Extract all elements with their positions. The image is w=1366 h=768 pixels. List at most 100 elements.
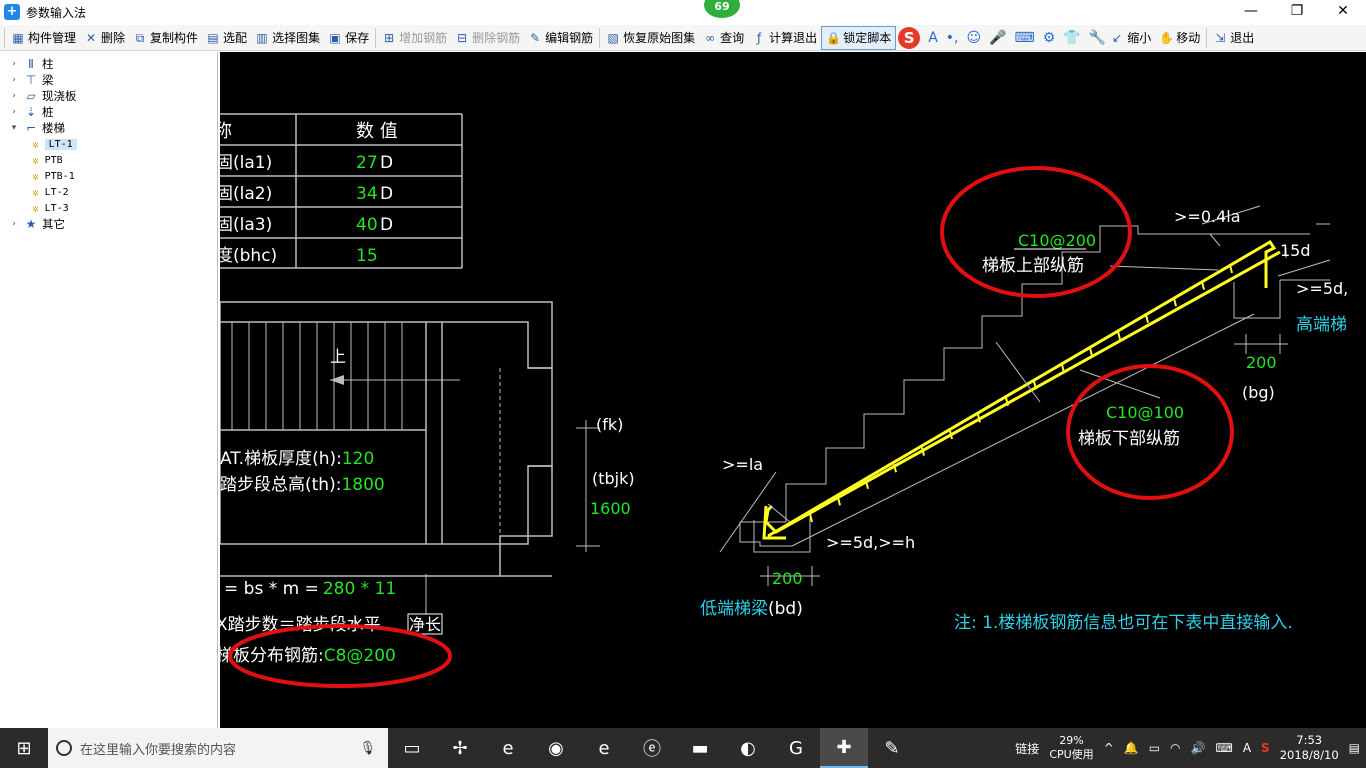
ie2-icon[interactable]: ⓔ — [628, 728, 676, 768]
table-icon: ▦ — [12, 30, 24, 45]
tree-item-label: 柱 — [42, 57, 54, 71]
edge-icon[interactable]: e — [580, 728, 628, 768]
folder-icon[interactable]: ▬ — [676, 728, 724, 768]
stair-icon: ⌐ — [25, 121, 37, 135]
toolbar-button-12[interactable]: 🔒 锁定脚本 — [821, 25, 897, 50]
battery-icon[interactable]: ▭ — [1149, 741, 1160, 755]
tbjk-label: (tbjk) — [592, 469, 635, 488]
svg-text:梯板分布钢筋:C8@200: 梯板分布钢筋:C8@200 — [220, 646, 396, 666]
toolbar-button-1[interactable]: ✕ 删除 — [80, 26, 129, 50]
taskbar-search[interactable]: 在这里输入你要搜索的内容 🎙 — [48, 728, 388, 768]
toolbar-separator — [599, 27, 601, 48]
ime-icon-8[interactable]: 🔧 — [1089, 30, 1106, 46]
tree-child-3[interactable]: ✲ LT-2 — [0, 184, 217, 200]
rebar-tick — [1089, 347, 1093, 357]
bd-label: (bd) — [768, 599, 803, 619]
system-tray: 链接 29% CPU使用 ^ 🔔 ▭ ◠ 🔊 ⌨ A S 7:53 2018/8… — [1015, 728, 1366, 768]
tree-item-label: 梁 — [42, 73, 54, 87]
cortana-icon — [56, 740, 72, 756]
ime-icon-3[interactable]: ☺ — [967, 30, 982, 46]
ime-icon-2[interactable]: •, — [946, 30, 959, 46]
ie-icon[interactable]: e — [484, 728, 532, 768]
ime-mode[interactable]: A — [1243, 741, 1251, 755]
minimize-button[interactable]: — — [1228, 0, 1274, 24]
plan-view — [220, 301, 553, 577]
close-button[interactable]: ✕ — [1320, 0, 1366, 24]
toolbar-button-6[interactable]: ⊞ 增加钢筋 — [378, 26, 451, 50]
tree-item-3[interactable]: › ⇣ 桩 — [0, 104, 217, 120]
wifi-icon[interactable]: ◠ — [1170, 741, 1180, 755]
task-view-icon[interactable]: ▭ — [388, 728, 436, 768]
ime-icon-5[interactable]: ⌨ — [1015, 30, 1035, 46]
tray-links-label[interactable]: 链接 — [1015, 740, 1039, 757]
tree-item-0[interactable]: › Ⅱ 柱 — [0, 56, 217, 72]
bottom-rebar-label: 梯板下部纵筋 — [1078, 429, 1180, 449]
tree-child-1[interactable]: ✲ PTB — [0, 152, 217, 168]
toolbar-button-0[interactable]: ▦ 构件管理 — [7, 26, 80, 50]
chrome-icon[interactable]: ◉ — [532, 728, 580, 768]
toolbar-button-2[interactable]: ⧉ 复制构件 — [129, 26, 202, 50]
left-200-label: 200 — [772, 569, 803, 588]
fan-icon[interactable]: ✢ — [436, 728, 484, 768]
toolbar-button-11[interactable]: ƒ 计算退出 — [748, 26, 821, 50]
table-row-name: 固(la3) — [220, 215, 272, 235]
toolbar-right-button-0[interactable]: ↙ 缩小 — [1106, 26, 1155, 50]
chevron-right-icon[interactable]: › — [8, 91, 20, 101]
chevron-down-icon[interactable]: ▾ — [8, 123, 20, 133]
toolbar-button-label: 查询 — [720, 31, 745, 45]
table-row-name: 度(bhc) — [220, 246, 277, 266]
360-icon[interactable]: ◐ — [724, 728, 772, 768]
chevron-right-icon[interactable]: › — [8, 107, 20, 117]
ime-icon-1[interactable]: A — [928, 30, 938, 46]
notes-icon[interactable]: ✎ — [868, 728, 916, 768]
toolbar-button-4[interactable]: ▥ 选择图集 — [251, 26, 324, 50]
toolbar-button-9[interactable]: ▧ 恢复原始图集 — [602, 26, 699, 50]
ime-icon-7[interactable]: 👕 — [1063, 30, 1080, 46]
tree-item-5[interactable]: › ★ 其它 — [0, 216, 217, 232]
stair-drawing: 称 数 值 固(la1) 27 D固(la2) 34 D固(la3) 40 D度(bhc) 1… — [220, 113, 1348, 688]
volume-icon[interactable]: 🔊 — [1191, 741, 1206, 755]
cpu-meter[interactable]: 29% CPU使用 — [1049, 734, 1093, 762]
tree-child-2[interactable]: ✲ PTB-1 — [0, 168, 217, 184]
mic-icon[interactable]: 🎙 — [359, 741, 376, 756]
drawing-canvas[interactable]: 称 数 值 固(la1) 27 D 固(la2) 34 D 固(la3) 40 D 度(bhc) 1… — [220, 52, 1366, 728]
clock[interactable]: 7:53 2018/8/10 — [1280, 733, 1339, 763]
chevron-up-icon[interactable]: ^ — [1104, 741, 1114, 755]
glodon-icon[interactable]: ✚ — [820, 728, 868, 768]
toolbar-button-5[interactable]: ▣ 保存 — [324, 26, 373, 50]
tree-item-1[interactable]: › ⊤ 梁 — [0, 72, 217, 88]
windows-start-icon[interactable]: ⊞ — [0, 728, 48, 768]
ime-icon-4[interactable]: 🎤 — [989, 30, 1006, 46]
svg-text:AT.梯板厚度(h):120: AT.梯板厚度(h):120 — [220, 449, 374, 469]
toolbar-button-8[interactable]: ✎ 编辑钢筋 — [524, 26, 597, 50]
height-label: 踏步段总高(th): — [220, 475, 341, 495]
right-200-label: 200 — [1246, 353, 1277, 372]
chevron-right-icon[interactable]: › — [8, 219, 20, 229]
tree-child-4[interactable]: ✲ LT-3 — [0, 200, 217, 216]
thickness-label: AT.梯板厚度(h): — [220, 449, 342, 469]
sogou-tray-icon[interactable]: S — [1261, 741, 1270, 755]
toolbar-right-button-1[interactable]: ✋ 移动 — [1155, 26, 1204, 50]
chevron-right-icon[interactable]: › — [8, 59, 20, 69]
toolbar-button-7[interactable]: ⊟ 删除钢筋 — [451, 26, 524, 50]
slab-icon: ▱ — [26, 89, 36, 103]
maximize-button[interactable]: ❐ — [1274, 0, 1320, 24]
component-gear-icon: ✲ — [32, 153, 39, 167]
tree-item-4[interactable]: ▾ ⌐ 楼梯 — [0, 120, 217, 136]
toolbar-button-10[interactable]: ∞ 查询 — [699, 26, 748, 50]
tree-item-2[interactable]: › ▱ 现浇板 — [0, 88, 217, 104]
toolbar-right-button-2[interactable]: ⇲ 退出 — [1209, 26, 1258, 50]
keyboard-icon[interactable]: ⌨ — [1215, 741, 1232, 755]
notification-bell-icon[interactable]: 🔔 — [1124, 741, 1139, 755]
exit-icon: ⇲ — [1215, 30, 1226, 45]
sogou-browser-icon[interactable]: G — [772, 728, 820, 768]
notification-badge[interactable]: 69 — [704, 0, 740, 18]
toolbar-button-3[interactable]: ▤ 选配 — [202, 26, 251, 50]
chevron-right-icon[interactable]: › — [8, 75, 20, 85]
toolbar-button-label: 保存 — [345, 31, 370, 45]
ime-icon-0[interactable]: S — [898, 26, 921, 49]
tree-child-0[interactable]: ✲ LT-1 — [0, 136, 217, 152]
select-icon: ▤ — [207, 30, 219, 45]
action-center-icon[interactable]: ▤ — [1349, 741, 1360, 755]
ime-icon-6[interactable]: ⚙ — [1043, 30, 1056, 46]
